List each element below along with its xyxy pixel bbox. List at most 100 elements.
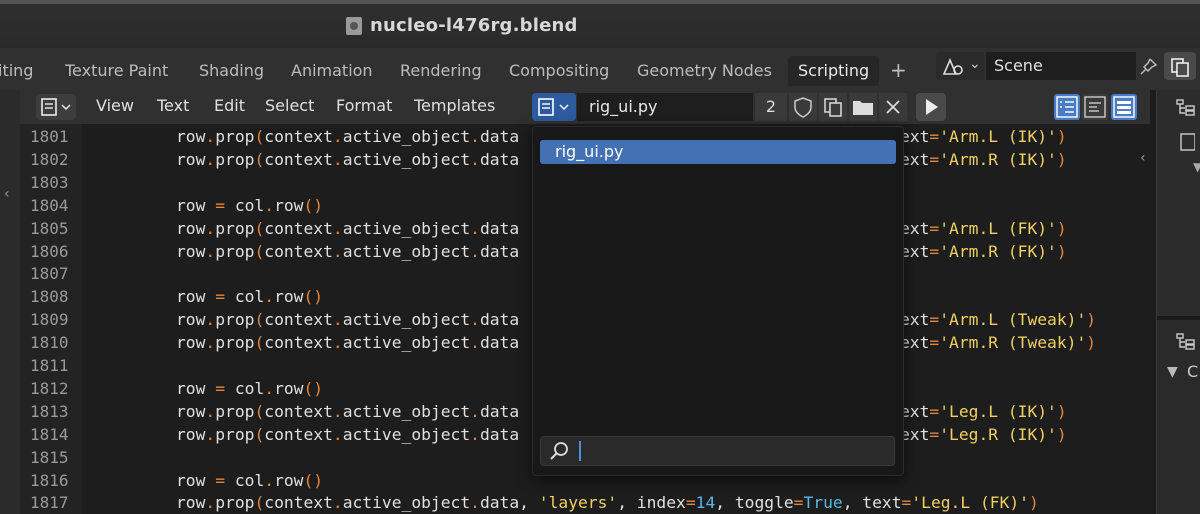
code-line: row = col.row() bbox=[176, 195, 324, 215]
tab-texture-paint[interactable]: Texture Paint bbox=[65, 56, 168, 86]
scene-browse-button[interactable]: ⌄ bbox=[936, 52, 984, 80]
outliner-icon[interactable] bbox=[1175, 332, 1195, 352]
pin-icon[interactable] bbox=[1138, 57, 1158, 77]
shield-icon bbox=[794, 97, 812, 118]
line-number: 1809 bbox=[30, 310, 69, 330]
line-number: 1806 bbox=[30, 241, 69, 261]
code-line: row.prop(context.active_object.data, 'la… bbox=[176, 493, 1039, 513]
text-block-name: rig_ui.py bbox=[589, 97, 658, 116]
dropdown-search-input[interactable] bbox=[540, 436, 895, 466]
scene-name: Scene bbox=[994, 56, 1043, 75]
code-line: row.prop(context.active_object.data bbox=[176, 127, 520, 146]
expand-triangle-icon[interactable]: ▼ bbox=[1167, 364, 1178, 380]
close-icon bbox=[886, 100, 900, 114]
tab-geometry-nodes[interactable]: Geometry Nodes bbox=[637, 56, 772, 86]
dropdown-item-label: rig_ui.py bbox=[555, 142, 624, 161]
expand-triangle-icon[interactable]: ▼ bbox=[1193, 160, 1200, 174]
menu-format[interactable]: Format bbox=[336, 96, 392, 115]
menu-text[interactable]: Text bbox=[157, 96, 189, 115]
editor-type-button[interactable] bbox=[36, 94, 76, 120]
tab-rendering[interactable]: Rendering bbox=[400, 56, 482, 86]
scene-name-field[interactable]: Scene bbox=[986, 52, 1136, 80]
text-block-browse-button[interactable] bbox=[532, 93, 576, 121]
line-number: 1815 bbox=[30, 447, 69, 467]
code-line-tail: ext='Arm.L (FK)') bbox=[900, 218, 1067, 238]
line-number: 1816 bbox=[30, 470, 69, 490]
line-number: 1811 bbox=[30, 356, 69, 375]
line-number: 1801 bbox=[30, 127, 69, 146]
duplicate-text-button[interactable] bbox=[819, 93, 847, 121]
code-line: row = col.row() bbox=[176, 378, 324, 398]
outliner-icon[interactable] bbox=[1175, 98, 1195, 118]
window-title-bar: nucleo-l476rg.blend bbox=[0, 0, 1200, 48]
code-line-tail: ext='Leg.L (IK)') bbox=[900, 401, 1067, 421]
code-line: row.prop(context.active_object.data bbox=[176, 241, 520, 261]
unlink-text-button[interactable] bbox=[879, 93, 907, 121]
chevron-left-icon[interactable]: ‹ bbox=[4, 186, 10, 202]
line-number: 1802 bbox=[30, 149, 69, 169]
blend-file-icon bbox=[346, 16, 362, 35]
code-line-tail: ext='Arm.R (Tweak)') bbox=[900, 333, 1097, 353]
scene-icon bbox=[942, 58, 963, 75]
line-numbers-icon bbox=[1056, 96, 1078, 118]
chevron-left-icon[interactable]: ‹ bbox=[1140, 150, 1146, 166]
line-number: 1807 bbox=[30, 264, 69, 284]
text-editor-icon bbox=[41, 98, 71, 116]
text-block-name-field[interactable]: rig_ui.py bbox=[577, 93, 753, 121]
text-caret bbox=[579, 441, 581, 461]
play-icon bbox=[926, 99, 938, 115]
code-line: row = col.row() bbox=[176, 470, 324, 490]
menu-edit[interactable]: Edit bbox=[214, 96, 245, 115]
menu-templates[interactable]: Templates bbox=[414, 96, 495, 115]
duplicate-icon bbox=[824, 98, 842, 117]
tree-item-label[interactable]: C bbox=[1187, 362, 1198, 381]
code-line: row.prop(context.active_object.data bbox=[176, 149, 520, 169]
users-count-button[interactable]: 2 bbox=[755, 93, 787, 121]
left-area-strip: ‹ bbox=[0, 90, 21, 514]
add-workspace-button[interactable]: + bbox=[890, 56, 907, 84]
menu-view[interactable]: View bbox=[96, 96, 134, 115]
tab-editing[interactable]: iting bbox=[0, 56, 33, 86]
title-wrap: nucleo-l476rg.blend bbox=[346, 15, 578, 36]
code-line: row.prop(context.active_object.data bbox=[176, 310, 520, 330]
line-number: 1803 bbox=[30, 172, 69, 192]
line-number: 1817 bbox=[30, 493, 69, 513]
right-panels: ▼ ▼ C bbox=[1156, 90, 1200, 514]
word-wrap-icon bbox=[1084, 96, 1106, 118]
code-line-tail: ext='Arm.R (IK)') bbox=[900, 149, 1067, 169]
code-line-tail: ext='Arm.R (FK)') bbox=[900, 241, 1067, 261]
line-number: 1805 bbox=[30, 218, 69, 238]
tab-shading[interactable]: Shading bbox=[199, 56, 264, 86]
line-number-gutter: 1801 1802 1803 1804 1805 1806 1807 1808 1809 1810… bbox=[20, 124, 82, 514]
menu-select[interactable]: Select bbox=[265, 96, 314, 115]
code-line: row = col.row() bbox=[176, 287, 324, 307]
code-line: row.prop(context.active_object.data bbox=[176, 218, 520, 238]
fake-user-button[interactable] bbox=[789, 93, 817, 121]
open-text-button[interactable] bbox=[849, 93, 877, 121]
list-icon[interactable] bbox=[1175, 132, 1195, 152]
syntax-highlight-toggle[interactable] bbox=[1111, 94, 1137, 120]
tab-compositing[interactable]: Compositing bbox=[509, 56, 609, 86]
tab-scripting[interactable]: Scripting bbox=[788, 56, 880, 86]
text-editor-header: View Text Edit Select Format Templates r… bbox=[20, 90, 1150, 124]
scene-selector: ⌄ Scene bbox=[936, 52, 1200, 80]
text-block-dropdown: rig_ui.py bbox=[532, 126, 904, 476]
run-script-button[interactable] bbox=[916, 93, 946, 121]
code-line: row.prop(context.active_object.data bbox=[176, 401, 520, 421]
dropdown-item[interactable]: rig_ui.py bbox=[540, 140, 896, 164]
code-line-tail: ext='Arm.L (Tweak)') bbox=[900, 310, 1097, 330]
new-scene-button[interactable] bbox=[1164, 52, 1196, 80]
chevron-down-icon: ⌄ bbox=[969, 56, 981, 72]
line-numbers-toggle[interactable] bbox=[1054, 94, 1080, 120]
folder-icon bbox=[853, 101, 873, 115]
tab-animation[interactable]: Animation bbox=[291, 56, 373, 86]
window-title: nucleo-l476rg.blend bbox=[370, 15, 578, 36]
syntax-highlight-icon bbox=[1113, 96, 1135, 118]
code-line: row.prop(context.active_object.data bbox=[176, 333, 520, 353]
search-icon bbox=[550, 442, 568, 460]
line-number: 1813 bbox=[30, 401, 69, 421]
line-number: 1810 bbox=[30, 333, 69, 353]
text-block-icon bbox=[538, 98, 569, 116]
code-line-tail: ext='Arm.L (IK)') bbox=[900, 127, 1067, 146]
word-wrap-toggle[interactable] bbox=[1082, 94, 1108, 120]
